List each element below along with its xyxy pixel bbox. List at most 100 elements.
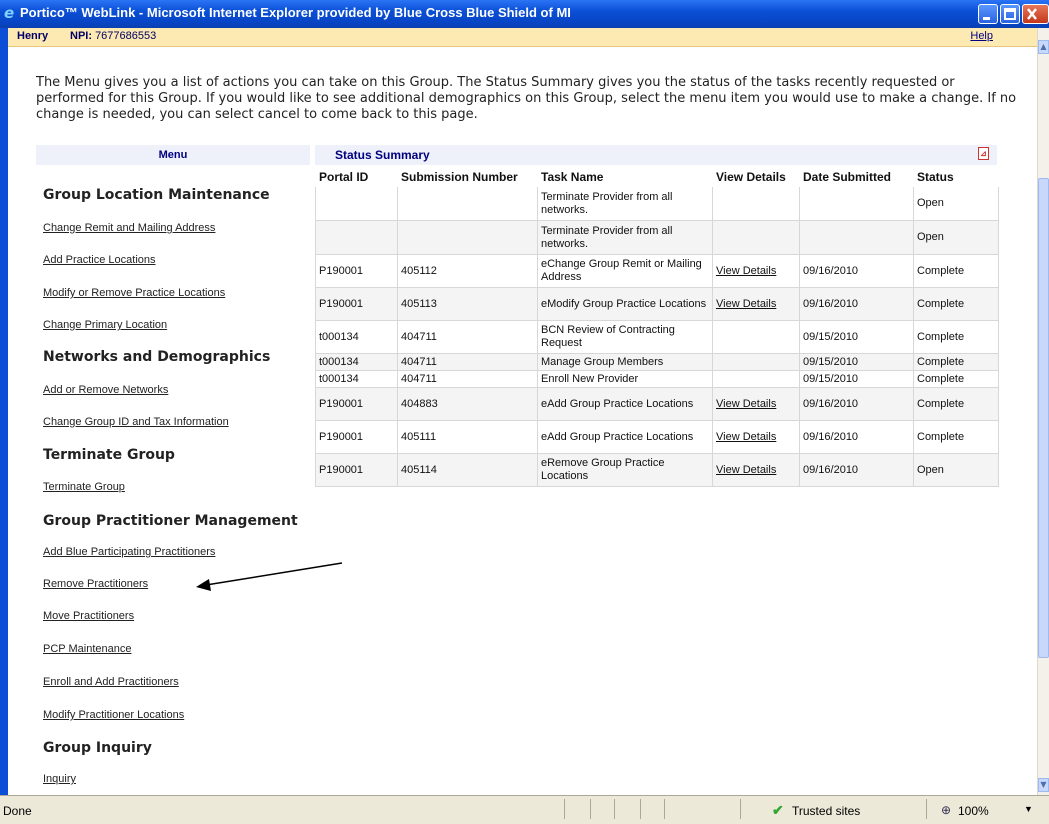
status-divider [740, 799, 741, 819]
table-row: P190001 404883 eAdd Group Practice Locat… [315, 387, 999, 421]
portal-id-cell: P190001 [315, 287, 398, 321]
status-cell: Complete [913, 370, 999, 388]
table-row: Terminate Provider from all networks. Op… [315, 220, 999, 255]
view-details-cell: View Details [712, 420, 800, 454]
security-zone: Trusted sites [792, 804, 861, 818]
date-cell: 09/15/2010 [799, 320, 914, 354]
date-cell [799, 186, 914, 221]
date-cell: 09/16/2010 [799, 453, 914, 487]
submission-cell: 404711 [397, 320, 538, 354]
task-cell: Enroll New Provider [537, 370, 713, 388]
status-summary-title: Status Summary [335, 148, 430, 162]
portal-id-cell: P190001 [315, 453, 398, 487]
task-cell: Terminate Provider from all networks. [537, 186, 713, 221]
column-header: Date Submitted [799, 166, 914, 187]
portal-id-cell: t000134 [315, 320, 398, 354]
view-details-cell: View Details [712, 287, 800, 321]
view-details-cell [712, 186, 800, 221]
table-row: P190001 405111 eAdd Group Practice Locat… [315, 420, 999, 454]
task-cell: eChange Group Remit or Mailing Address [537, 254, 713, 288]
table-row: t000134 404711 BCN Review of Contracting… [315, 320, 999, 354]
view-details-link[interactable]: View Details [716, 431, 776, 443]
submission-cell: 405113 [397, 287, 538, 321]
submission-cell [397, 186, 538, 221]
column-header: View Details [712, 166, 800, 187]
status-cell: Complete [913, 287, 999, 321]
status-summary-table: Portal ID Submission Number Task Name Vi… [315, 166, 999, 487]
status-divider [664, 799, 665, 819]
column-header: Task Name [537, 166, 713, 187]
view-details-link[interactable]: View Details [716, 265, 776, 277]
view-details-cell [712, 220, 800, 255]
submission-cell: 405111 [397, 420, 538, 454]
submission-cell: 404883 [397, 387, 538, 421]
status-cell: Complete [913, 353, 999, 371]
submission-cell: 404711 [397, 353, 538, 371]
date-cell: 09/16/2010 [799, 387, 914, 421]
pdf-icon[interactable]: ⊿ [978, 147, 989, 160]
status-cell: Complete [913, 420, 999, 454]
column-header: Submission Number [397, 166, 538, 187]
magnifier-icon: ⊕ [941, 803, 952, 817]
portal-id-cell: t000134 [315, 370, 398, 388]
date-cell: 09/15/2010 [799, 353, 914, 371]
portal-id-cell [315, 186, 398, 221]
portal-id-cell [315, 220, 398, 255]
table-row: P190001 405113 eModify Group Practice Lo… [315, 287, 999, 321]
status-cell: Open [913, 186, 999, 221]
status-divider [564, 799, 565, 819]
table-row: t000134 404711 Manage Group Members 09/1… [315, 353, 999, 371]
table-row: t000134 404711 Enroll New Provider 09/15… [315, 370, 999, 388]
date-cell: 09/16/2010 [799, 287, 914, 321]
status-cell: Open [913, 220, 999, 255]
status-divider [640, 799, 641, 819]
portal-id-cell: t000134 [315, 353, 398, 371]
column-header: Portal ID [315, 166, 398, 187]
portal-id-cell: P190001 [315, 254, 398, 288]
table-row: P190001 405114 eRemove Group Practice Lo… [315, 453, 999, 487]
view-details-link[interactable]: View Details [716, 398, 776, 410]
portal-id-cell: P190001 [315, 420, 398, 454]
table-row: Terminate Provider from all networks. Op… [315, 186, 999, 221]
view-details-cell [712, 353, 800, 371]
date-cell: 09/16/2010 [799, 254, 914, 288]
status-cell: Complete [913, 254, 999, 288]
column-header: Status [913, 166, 999, 187]
view-details-cell: View Details [712, 254, 800, 288]
date-cell [799, 220, 914, 255]
view-details-cell [712, 320, 800, 354]
view-details-cell: View Details [712, 453, 800, 487]
status-summary-header: Status Summary ⊿ [315, 145, 997, 165]
task-cell: Terminate Provider from all networks. [537, 220, 713, 255]
task-cell: BCN Review of Contracting Request [537, 320, 713, 354]
task-cell: Manage Group Members [537, 353, 713, 371]
date-cell: 09/16/2010 [799, 420, 914, 454]
view-details-cell: View Details [712, 387, 800, 421]
date-cell: 09/15/2010 [799, 370, 914, 388]
status-cell: Complete [913, 320, 999, 354]
task-cell: eModify Group Practice Locations [537, 287, 713, 321]
view-details-cell [712, 370, 800, 388]
view-details-link[interactable]: View Details [716, 464, 776, 476]
check-icon: ✔ [772, 802, 784, 818]
status-text: Done [3, 804, 32, 818]
status-cell: Complete [913, 387, 999, 421]
status-divider [614, 799, 615, 819]
submission-cell: 405112 [397, 254, 538, 288]
view-details-link[interactable]: View Details [716, 298, 776, 310]
task-cell: eRemove Group Practice Locations [537, 453, 713, 487]
table-header-row: Portal ID Submission Number Task Name Vi… [315, 166, 999, 187]
submission-cell: 404711 [397, 370, 538, 388]
chevron-down-icon[interactable]: ▼ [1024, 804, 1033, 814]
table-row: P190001 405112 eChange Group Remit or Ma… [315, 254, 999, 288]
portal-id-cell: P190001 [315, 387, 398, 421]
submission-cell [397, 220, 538, 255]
task-cell: eAdd Group Practice Locations [537, 420, 713, 454]
status-divider [926, 799, 927, 819]
status-divider [590, 799, 591, 819]
status-cell: Open [913, 453, 999, 487]
zoom-level[interactable]: 100% [958, 804, 989, 818]
task-cell: eAdd Group Practice Locations [537, 387, 713, 421]
browser-status-bar: Done ✔ Trusted sites ⊕ 100% ▼ [0, 795, 1049, 824]
submission-cell: 405114 [397, 453, 538, 487]
